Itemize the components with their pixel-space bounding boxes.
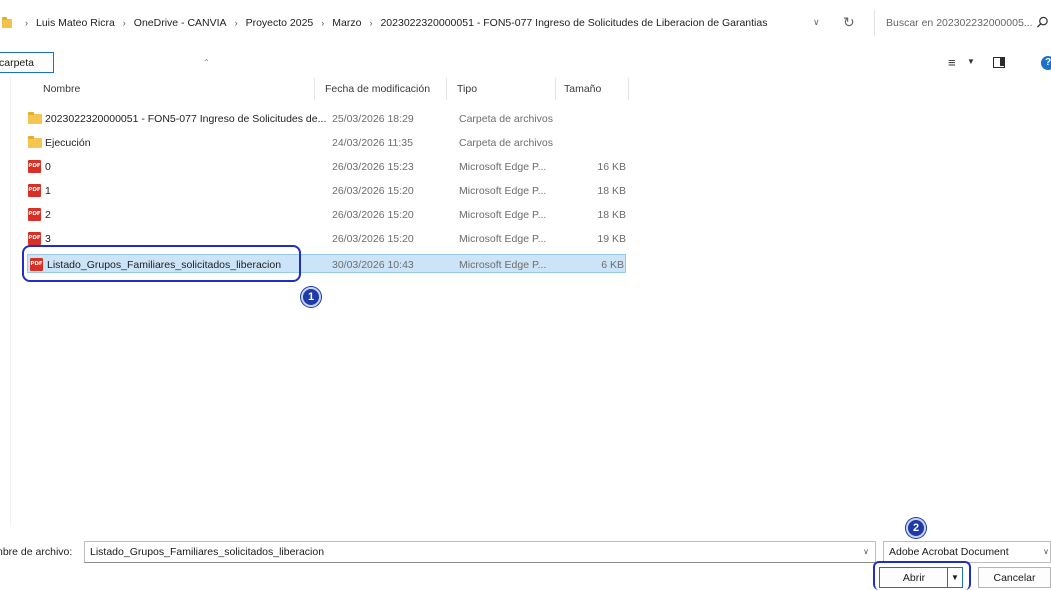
file-date: 25/03/2026 18:29	[332, 112, 414, 125]
breadcrumb-item[interactable]: 2023022320000051 - FON5-077 Ingreso de S…	[379, 17, 768, 29]
file-type: Carpeta de archivos	[459, 112, 553, 125]
file-size: 16 KB	[597, 160, 626, 173]
file-date: 26/03/2026 15:20	[332, 232, 414, 245]
column-header-size[interactable]: Tamaño	[559, 78, 629, 100]
file-size	[565, 133, 626, 152]
search-placeholder: Buscar en 202302232000005...	[886, 17, 1033, 29]
address-bar[interactable]: › Luis Mateo Ricra › OneDrive - CANVIA ›…	[0, 10, 868, 36]
pdf-icon: PDF	[28, 160, 41, 173]
file-type-filter-value: Adobe Acrobat Document	[889, 546, 1009, 558]
file-type: Microsoft Edge P...	[459, 208, 547, 221]
highlight-outline-step1	[22, 245, 301, 282]
file-size	[565, 109, 626, 128]
breadcrumb-item[interactable]: OneDrive - CANVIA	[133, 17, 228, 29]
filename-input[interactable]: Listado_Grupos_Familiares_solicitados_li…	[84, 541, 876, 563]
file-date: 26/03/2026 15:20	[332, 184, 414, 197]
list-item[interactable]: PDF 0 26/03/2026 15:23 Microsoft Edge P.…	[28, 157, 633, 176]
file-name: Ejecución	[45, 136, 91, 149]
highlight-outline-step2	[873, 561, 971, 590]
column-header-label: Nombre	[43, 83, 81, 95]
chevron-right-icon: ›	[122, 18, 126, 28]
file-name: 2	[45, 208, 51, 221]
list-item[interactable]: PDF 2 26/03/2026 15:20 Microsoft Edge P.…	[28, 205, 633, 224]
file-type: Microsoft Edge P...	[459, 160, 547, 173]
toolbar: carpeta ≡ ▼ ?	[0, 52, 1051, 74]
file-type-filter[interactable]: Adobe Acrobat Document ∨	[883, 541, 1051, 563]
file-name: 1	[45, 184, 51, 197]
file-name: 0	[45, 160, 51, 173]
new-folder-button[interactable]: carpeta	[0, 52, 54, 73]
file-date: 26/03/2026 15:20	[332, 208, 414, 221]
help-icon[interactable]: ?	[1041, 56, 1051, 70]
file-size: 18 KB	[597, 184, 626, 197]
filename-value: Listado_Grupos_Familiares_solicitados_li…	[90, 546, 325, 558]
breadcrumb-item[interactable]: Luis Mateo Ricra	[35, 17, 116, 29]
chevron-right-icon: ›	[25, 18, 28, 28]
file-size: 6 KB	[601, 258, 624, 271]
file-date: 24/03/2026 11:35	[332, 136, 413, 149]
file-size: 19 KB	[597, 232, 626, 245]
search-input[interactable]: Buscar en 202302232000005...	[874, 10, 1051, 36]
file-date: 26/03/2026 15:23	[332, 160, 414, 173]
file-type: Microsoft Edge P...	[459, 232, 547, 245]
folder-icon	[28, 136, 42, 148]
file-type: Microsoft Edge P...	[459, 184, 547, 197]
breadcrumb-item[interactable]: Proyecto 2025	[245, 17, 315, 29]
breadcrumb: › Luis Mateo Ricra › OneDrive - CANVIA ›…	[18, 17, 768, 29]
column-header-date[interactable]: Fecha de modificación	[320, 78, 447, 100]
search-icon[interactable]	[1036, 16, 1049, 29]
column-header-label: Tipo	[457, 83, 478, 95]
sort-ascending-icon: ⌃	[203, 58, 210, 67]
list-item[interactable]: Ejecución 24/03/2026 11:35 Carpeta de ar…	[28, 133, 633, 152]
file-name: 2023022320000051 - FON5-077 Ingreso de S…	[45, 112, 327, 125]
step-badge-1: 1	[301, 287, 321, 307]
filename-label: nbre de archivo:	[0, 546, 73, 558]
new-folder-label: carpeta	[0, 56, 35, 69]
file-date: 30/03/2026 10:43	[332, 258, 414, 271]
file-type: Microsoft Edge P...	[459, 258, 547, 271]
folder-icon	[28, 112, 42, 124]
breadcrumb-item[interactable]: Marzo	[331, 17, 362, 29]
cancel-button[interactable]: Cancelar	[978, 567, 1051, 588]
column-header-type[interactable]: Tipo	[452, 78, 556, 100]
file-type: Carpeta de archivos	[459, 136, 553, 149]
column-header-label: Fecha de modificación	[325, 83, 431, 95]
column-header-label: Tamaño	[564, 83, 602, 95]
preview-pane-icon[interactable]	[993, 57, 1005, 68]
pdf-icon: PDF	[28, 232, 41, 245]
list-item[interactable]: 2023022320000051 - FON5-077 Ingreso de S…	[28, 109, 633, 128]
chevron-right-icon: ›	[234, 18, 238, 28]
file-size: 18 KB	[597, 208, 626, 221]
chevron-down-icon[interactable]: ∨	[863, 547, 869, 556]
pdf-icon: PDF	[28, 208, 41, 221]
pdf-icon: PDF	[28, 184, 41, 197]
chevron-right-icon: ›	[369, 18, 373, 28]
step-badge-2: 2	[906, 518, 926, 538]
chevron-right-icon: ›	[321, 18, 325, 28]
view-options-icon[interactable]: ≡	[948, 55, 956, 70]
folder-icon	[2, 16, 12, 28]
chevron-down-icon[interactable]: ∨	[1043, 547, 1049, 556]
chevron-down-icon[interactable]: ∨	[813, 17, 820, 28]
column-header-name[interactable]: Nombre	[38, 78, 315, 100]
cancel-button-label: Cancelar	[993, 571, 1036, 584]
list-item[interactable]: PDF 1 26/03/2026 15:20 Microsoft Edge P.…	[28, 181, 633, 200]
chevron-down-icon[interactable]: ▼	[967, 57, 975, 66]
refresh-icon[interactable]: ↻	[843, 14, 855, 31]
